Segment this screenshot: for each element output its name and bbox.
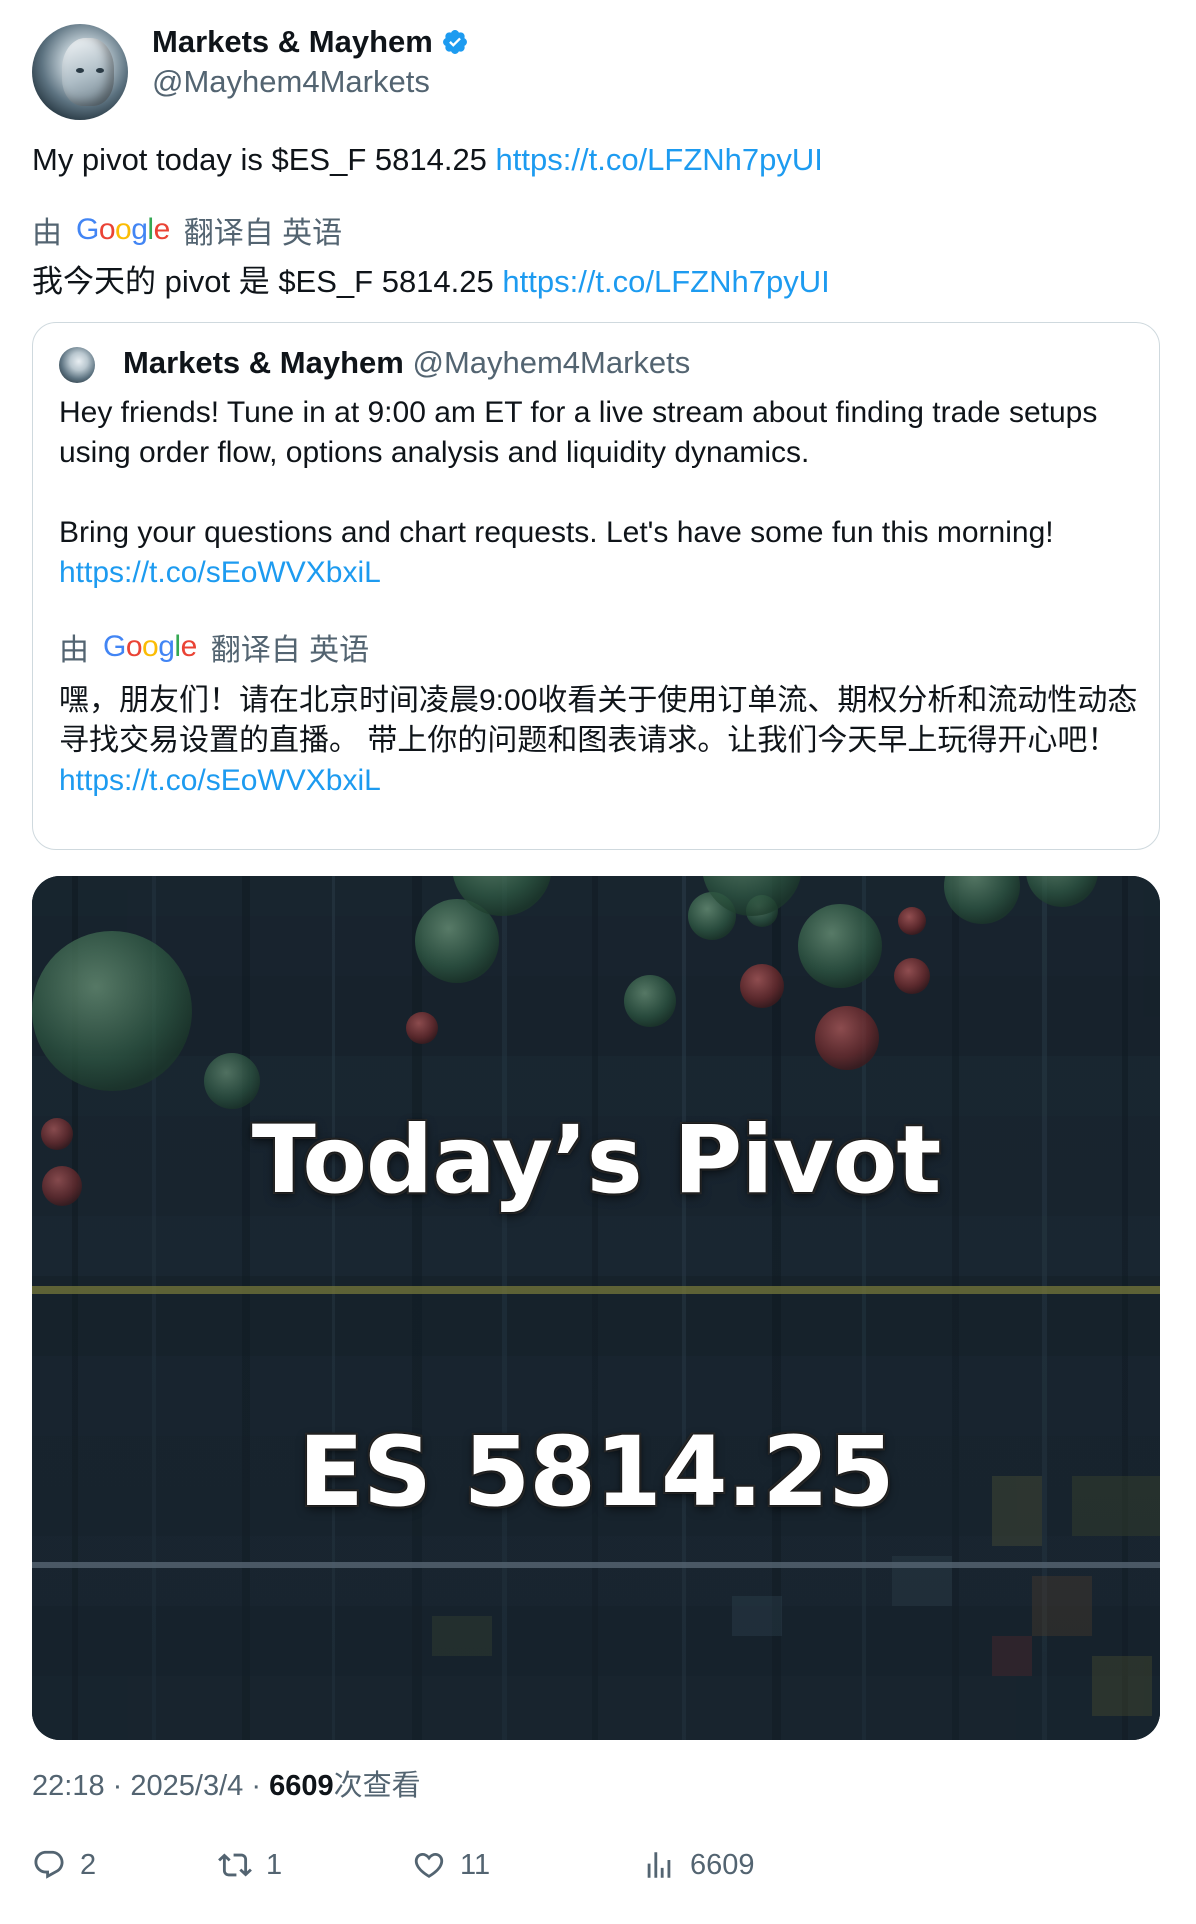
author-avatar[interactable] (32, 24, 128, 120)
retweet-icon (218, 1853, 252, 1877)
media-value-text: ES 5814.25 (298, 1416, 894, 1528)
quoted-author-name: Markets & Mayhem (123, 345, 404, 380)
analytics-icon (647, 1852, 671, 1878)
quoted-author-avatar (59, 347, 95, 383)
separator: · (112, 1770, 123, 1802)
views-label: 次查看 (333, 1770, 421, 1802)
views-button[interactable]: 6609 (642, 1848, 755, 1882)
quoted-paragraph-1: Hey friends! Tune in at 9:00 am ET for a… (59, 396, 1098, 469)
views-count: 6609 (269, 1770, 334, 1802)
tweet-text-body: My pivot today is $ES_F 5814.25 (32, 142, 496, 177)
tweet-text: My pivot today is $ES_F 5814.25 https://… (32, 142, 823, 178)
reply-button[interactable]: 2 (32, 1848, 96, 1882)
quoted-tweet-body: Hey friends! Tune in at 9:00 am ET for a… (59, 393, 1139, 593)
translate-by-label: 由 (32, 217, 62, 250)
media-title-text: Today’s Pivot (251, 1106, 942, 1215)
like-count: 11 (460, 1848, 491, 1881)
reply-icon (34, 1850, 64, 1879)
reply-count: 2 (80, 1848, 97, 1881)
quoted-tweet[interactable]: Markets & Mayhem @Mayhem4Markets Hey fri… (32, 322, 1160, 850)
google-logo: Google (103, 630, 197, 663)
author-display-name[interactable]: Markets & Mayhem (152, 24, 469, 60)
tweet-link[interactable]: https://t.co/LFZNh7pyUI (496, 142, 823, 177)
translated-tweet-text: 我今天的 pivot 是 $ES_F 5814.25 https://t.co/… (32, 256, 830, 301)
tweet-actions: 2 1 11 6609 (32, 1848, 1160, 1896)
quoted-translate-by-label: 由 (59, 634, 89, 667)
quoted-tweet-link[interactable]: https://t.co/sEoWVXbxiL (59, 553, 1139, 593)
translated-text-body: 我今天的 pivot 是 $ES_F 5814.25 (32, 264, 503, 299)
tweet-date[interactable]: 2025/3/4 (130, 1770, 243, 1802)
tweet-time[interactable]: 22:18 (32, 1770, 105, 1802)
author-handle[interactable]: @Mayhem4Markets (152, 64, 430, 100)
translation-attribution: 由 Google 翻译自 英语 (32, 208, 342, 252)
translate-from-label: 翻译自 英语 (183, 217, 343, 250)
tweet-header: Markets & Mayhem @Mayhem4Markets (32, 24, 1172, 120)
retweet-count: 1 (266, 1848, 283, 1881)
quoted-translate-from-label: 翻译自 英语 (210, 634, 370, 667)
author-name-text[interactable]: Markets & Mayhem (152, 24, 433, 60)
quoted-translation-attribution: 由 Google 翻译自 英语 (59, 625, 369, 669)
separator: · (251, 1770, 261, 1802)
quoted-translated-link[interactable]: https://t.co/sEoWVXbxiL (59, 764, 381, 797)
media-background (32, 876, 1160, 1740)
quoted-author-handle: @Mayhem4Markets (412, 345, 691, 380)
translated-tweet-link[interactable]: https://t.co/LFZNh7pyUI (502, 264, 829, 299)
google-logo: Google (76, 213, 170, 246)
verified-badge-icon (442, 30, 467, 54)
heart-icon (414, 1852, 444, 1878)
retweet-button[interactable]: 1 (218, 1848, 282, 1882)
quoted-translated-body: 嘿，朋友们！请在北京时间凌晨9:00收看关于使用订单流、期权分析和流动性动态寻找… (59, 684, 1138, 757)
tweet-media-image[interactable]: Today’s Pivot ES 5814.25 (32, 876, 1160, 1740)
quoted-paragraph-2: Bring your questions and chart requests.… (59, 516, 1054, 549)
quoted-author: Markets & Mayhem @Mayhem4Markets (123, 345, 690, 381)
views-action-count: 6609 (690, 1848, 755, 1881)
tweet-meta: 22:18 · 2025/3/4 · 6609次查看 (32, 1762, 421, 1804)
quoted-translated-text: 嘿，朋友们！请在北京时间凌晨9:00收看关于使用订单流、期权分析和流动性动态寻找… (59, 681, 1139, 801)
like-button[interactable]: 11 (412, 1848, 490, 1882)
